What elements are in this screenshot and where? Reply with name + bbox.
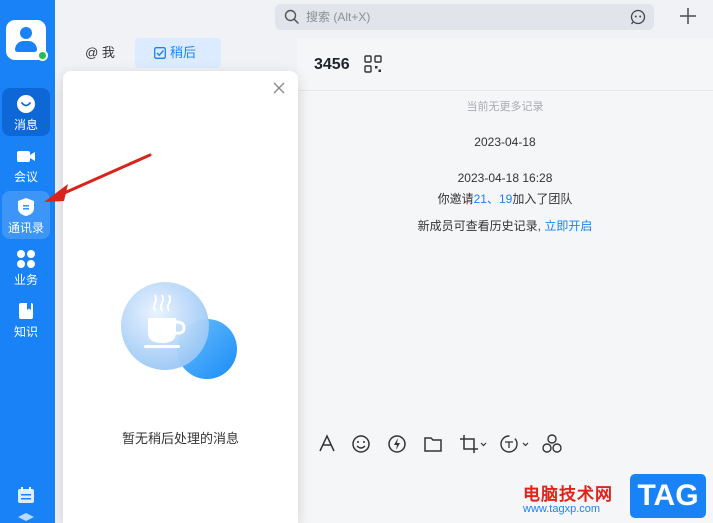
apps-grid-icon <box>17 250 35 268</box>
video-camera-icon <box>17 151 35 162</box>
coffee-cup-illustration <box>121 282 237 379</box>
calendar-icon[interactable] <box>17 486 35 504</box>
sidebar-item-business[interactable]: 业务 <box>2 243 50 291</box>
watermark-tag-logo: TAG <box>630 474 706 518</box>
checkbox-icon <box>154 47 166 59</box>
flash-icon[interactable] <box>386 433 408 455</box>
layers-icon[interactable] <box>17 512 35 523</box>
crop-icon[interactable] <box>458 433 488 455</box>
mini-apps-icon[interactable] <box>541 433 563 455</box>
assistant-icon[interactable] <box>630 9 646 25</box>
date-separator: 2023-04-18 <box>474 135 536 149</box>
chat-title: 3456 <box>314 56 350 73</box>
sidebar-item-label: 消息 <box>13 118 38 132</box>
contacts-icon <box>18 198 34 216</box>
sidebar-item-messages[interactable]: 消息 <box>2 88 50 136</box>
book-icon <box>19 303 33 319</box>
tab-mentions[interactable]: @ 我 <box>75 38 125 68</box>
chat-bubble-icon <box>17 95 35 113</box>
history-notice: 新成员可查看历史记录, 立即开启 <box>417 219 593 233</box>
close-icon[interactable] <box>273 82 285 94</box>
sidebar-item-label: 知识 <box>13 325 38 339</box>
member-link[interactable]: 21 <box>474 192 487 206</box>
search-icon <box>284 9 299 24</box>
member-link[interactable]: 19 <box>499 192 512 206</box>
tab-label: 稍后 <box>170 45 197 60</box>
online-status-icon <box>37 50 48 61</box>
search-bar[interactable]: 搜索 (Alt+X) <box>275 4 654 30</box>
avatar[interactable] <box>6 20 48 61</box>
invite-notice: 你邀请21、19加入了团队 <box>437 192 573 206</box>
no-more-records: 当前无更多记录 <box>466 101 544 113</box>
translate-icon[interactable] <box>499 433 531 455</box>
watermark-url: www.tagxp.com <box>523 503 601 515</box>
nav-rail: 消息 会议 通讯录 业务 知识 <box>0 0 55 523</box>
sidebar-item-label: 业务 <box>13 273 38 287</box>
later-popup: 暂无稍后处理的消息 <box>63 71 298 523</box>
sidebar-item-label: 通讯录 <box>7 221 44 235</box>
sidebar-item-knowledge[interactable]: 知识 <box>2 295 50 343</box>
emoji-icon[interactable] <box>350 433 372 455</box>
qr-code-icon[interactable] <box>364 55 382 73</box>
tab-later[interactable]: 稍后 <box>135 38 221 68</box>
enable-history-link[interactable]: 立即开启 <box>544 219 592 233</box>
folder-icon[interactable] <box>422 433 444 455</box>
annotation-arrow-icon <box>44 153 152 202</box>
empty-state-text: 暂无稍后处理的消息 <box>121 431 239 446</box>
search-input[interactable]: 搜索 (Alt+X) <box>306 10 370 24</box>
font-icon[interactable] <box>316 433 338 455</box>
message-timestamp: 2023-04-18 16:28 <box>457 171 553 185</box>
add-icon[interactable] <box>678 6 698 26</box>
watermark-site-name: 电脑技术网 <box>523 485 613 504</box>
